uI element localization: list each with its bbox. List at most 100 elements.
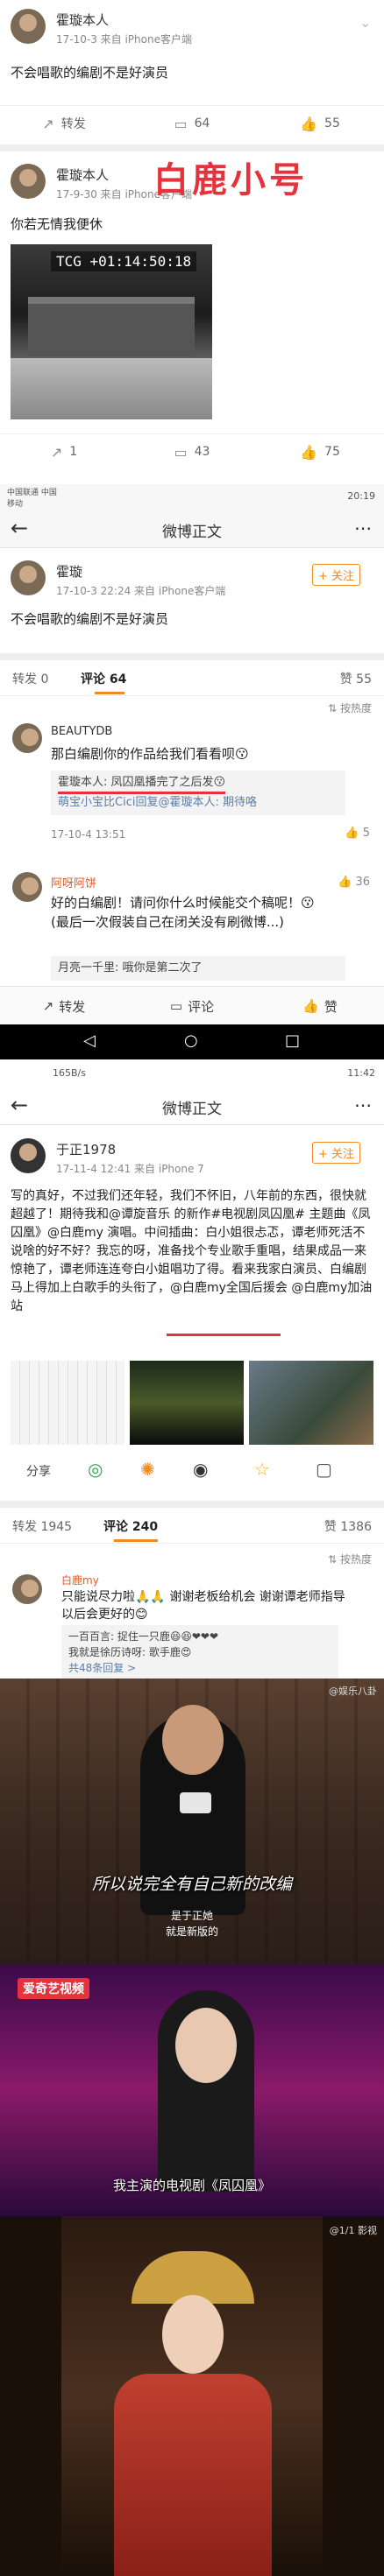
- like-button[interactable]: 👍 75: [256, 434, 384, 469]
- video-watermark: @娱乐八卦: [329, 1686, 377, 1697]
- action-row: ↗ 1 ▭ 43 👍 75: [0, 433, 384, 469]
- like-button[interactable]: 👍 55: [256, 106, 384, 141]
- share-qzone-icon[interactable]: ☆: [254, 1459, 270, 1480]
- avatar[interactable]: [11, 164, 46, 199]
- detail-post: 霍璇 17-10-3 22:24 来自 iPhone客户端 + 关注 不会唱歌的…: [0, 548, 384, 653]
- tab-repost[interactable]: 转发 1945: [12, 1517, 72, 1535]
- follow-button[interactable]: + 关注: [312, 1142, 361, 1164]
- clock: 20:19: [347, 490, 375, 502]
- comment-button[interactable]: ▭ 64: [128, 106, 256, 141]
- tab-like[interactable]: 赞 55: [340, 670, 372, 687]
- channel-logo: 爱奇艺视频: [18, 1978, 89, 1999]
- author-name[interactable]: 霍璇: [56, 562, 82, 581]
- avatar[interactable]: [11, 9, 46, 44]
- commenter-name[interactable]: BEAUTYDB: [51, 725, 112, 738]
- building-shape: [28, 297, 195, 356]
- sort-toggle[interactable]: ⇅ 按热度: [328, 1552, 372, 1566]
- comment-text: 好的白编剧！请问你什么时候能交个稿呢！😗(最后一次假装自己在闭关没有刷微博...…: [51, 895, 315, 930]
- home-nav-icon[interactable]: ○: [184, 1031, 198, 1050]
- post-card-2: 霍璇本人 17-9-30 来自 iPhone客户端 白鹿小号 你若无情我便休 T…: [0, 151, 384, 484]
- tab-comment[interactable]: 评论 240: [103, 1517, 158, 1535]
- divider: [0, 653, 384, 660]
- video-caption: 我主演的电视剧《凤囚凰》: [112, 2178, 271, 2193]
- thumbs-up-icon: 👍: [300, 443, 318, 461]
- comment-text: 那白编剧你的作品给我们看看呗😗: [51, 746, 249, 762]
- repost-icon: ↗: [42, 115, 54, 132]
- top-nav: ← 微博正文 ⋯: [0, 509, 384, 548]
- tab-underline: [95, 692, 124, 694]
- thumbs-up-icon: 👍: [300, 115, 318, 132]
- face-shape: [162, 2295, 224, 2374]
- tab-like[interactable]: 赞 1386: [324, 1517, 372, 1535]
- image-thumb-3[interactable]: [249, 1361, 373, 1445]
- repost-button[interactable]: ↗ 转发: [0, 987, 128, 1025]
- commenter-name[interactable]: 阿呀阿饼: [51, 874, 96, 890]
- android-nav-bar: ◁ ○ □: [0, 1024, 384, 1059]
- video-thumbnail[interactable]: TCG +01:14:50:18: [11, 244, 212, 419]
- share-wechat-icon[interactable]: ◎: [88, 1459, 103, 1480]
- reply-box[interactable]: 霍璇本人: 凤囚凰播完了之后发😗 萌宝小宝比Cici回复@霍璇本人: 期待咯: [51, 771, 345, 815]
- watermark-text: 白鹿小号: [153, 160, 308, 201]
- status-bar: 中国联通 中国移动 20:19: [0, 484, 384, 509]
- comment-icon: ▭: [174, 115, 188, 132]
- post-meta: 17-10-3 22:24 来自 iPhone客户端: [56, 585, 226, 597]
- robe-shape: [114, 2374, 272, 2576]
- comment-icon: ▭: [174, 443, 188, 461]
- video-caption: 是于正她: [170, 1910, 213, 1922]
- microphone-logo: [180, 1792, 211, 1813]
- like-count[interactable]: 👍 36: [338, 876, 370, 889]
- post-meta: 17-11-4 12:41 来自 iPhone 7: [56, 1163, 204, 1175]
- timecode: TCG +01:14:50:18: [51, 251, 197, 271]
- author-name[interactable]: 霍璇本人: [56, 11, 109, 29]
- avatar[interactable]: [11, 560, 46, 595]
- author-name[interactable]: 于正1978: [56, 1140, 116, 1158]
- tab-comment[interactable]: 评论 64: [81, 670, 126, 687]
- image-thumb-2[interactable]: [130, 1361, 244, 1445]
- thumbs-up-icon: 👍: [302, 998, 319, 1014]
- comment-time: 17-10-4 13:51: [51, 828, 126, 841]
- video-caption: 就是新版的: [165, 1925, 218, 1938]
- video-frame-1: @娱乐八卦 所以说完全有自己新的改编 是于正她 就是新版的: [0, 1679, 384, 1964]
- thumbs-up-icon: 👍: [345, 827, 359, 840]
- share-qq-icon[interactable]: ◉: [193, 1459, 208, 1480]
- reply-box[interactable]: 一百百言: 捉住一只鹿😆😆❤❤❤ 我就是徐历诗呀: 歌手鹿😍 共48条回复 >: [61, 1625, 338, 1679]
- tab-repost[interactable]: 转发 0: [12, 670, 48, 687]
- thumbs-up-icon: 👍: [338, 876, 352, 889]
- like-count[interactable]: 👍 5: [345, 827, 370, 840]
- chevron-down-icon[interactable]: ⌄: [359, 14, 371, 31]
- recents-nav-icon[interactable]: □: [285, 1031, 300, 1050]
- pillar-left: [0, 2216, 61, 2576]
- post-text: 写的真好，不过我们还年轻，我们不怀旧，八年前的东西，很快就超越了！期待我和@谭旋…: [11, 1189, 373, 1313]
- repost-button[interactable]: ↗ 1: [0, 434, 128, 469]
- divider: [0, 144, 384, 151]
- like-button[interactable]: 👍 赞: [256, 987, 384, 1025]
- reply-box[interactable]: 月亮一千里: 哦你是第二次了: [51, 956, 345, 981]
- author-name[interactable]: 霍璇本人: [56, 165, 109, 184]
- share-label: 分享: [26, 1465, 51, 1479]
- avatar[interactable]: [12, 723, 42, 753]
- repost-icon: ↗: [50, 443, 63, 461]
- comment-button[interactable]: ▭ 43: [128, 434, 256, 469]
- repost-button[interactable]: ↗ 转发: [0, 106, 128, 141]
- post-meta: 17-10-3 来自 iPhone客户端: [56, 33, 192, 46]
- commenter-name[interactable]: 白鹿my: [61, 1573, 99, 1587]
- more-icon[interactable]: ⋯: [354, 517, 372, 538]
- avatar[interactable]: [12, 872, 42, 902]
- divider: [0, 1501, 384, 1508]
- avatar[interactable]: [12, 1574, 42, 1604]
- post-text: 你若无情我便休: [11, 216, 103, 232]
- back-nav-icon[interactable]: ◁: [83, 1031, 96, 1050]
- post-text: 不会唱歌的编剧不是好演员: [11, 611, 169, 627]
- pillar-right: [323, 2216, 384, 2576]
- avatar[interactable]: [11, 1138, 46, 1173]
- image-thumb-1[interactable]: [11, 1361, 124, 1445]
- follow-button[interactable]: + 关注: [312, 564, 361, 586]
- sort-toggle[interactable]: ⇅ 按热度: [328, 700, 372, 715]
- video-frame-2: 爱奇艺视频 我主演的电视剧《凤囚凰》: [0, 1964, 384, 2216]
- more-icon[interactable]: ⋯: [354, 1094, 372, 1116]
- share-moments-icon[interactable]: ✺: [140, 1459, 155, 1480]
- post-text: 不会唱歌的编剧不是好演员: [11, 65, 169, 81]
- comment-button[interactable]: ▭ 评论: [128, 987, 256, 1025]
- tab-bar: 转发 1945 评论 240 赞 1386: [0, 1508, 384, 1544]
- share-more-icon[interactable]: ▢: [316, 1459, 332, 1480]
